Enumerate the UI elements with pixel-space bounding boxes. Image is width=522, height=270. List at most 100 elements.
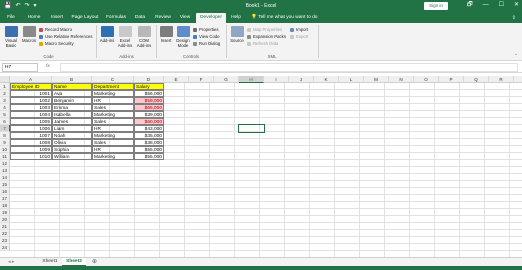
column-header-p[interactable]: P (439, 76, 464, 83)
column-header-s[interactable]: S (514, 76, 522, 83)
row-header-18[interactable]: 18 (0, 202, 10, 209)
row-header-20[interactable]: 20 (0, 216, 10, 223)
table-cell[interactable]: Sales (92, 104, 134, 111)
tab-review[interactable]: Review (152, 13, 174, 23)
column-header-g[interactable]: G (214, 76, 239, 83)
column-header-o[interactable]: O (414, 76, 439, 83)
tab-help[interactable]: Help (228, 13, 244, 23)
table-cell[interactable]: Sales (92, 139, 134, 146)
row-header-14[interactable]: 14 (0, 174, 10, 181)
table-cell[interactable]: 1003 (10, 104, 52, 111)
table-cell[interactable]: 1006 (10, 125, 52, 132)
table-cell[interactable]: HR (92, 146, 134, 153)
table-cell[interactable]: Benjamin (52, 97, 92, 104)
sheet-nav-arrows-icon[interactable]: ◂ ▸ (8, 259, 14, 265)
table-cell[interactable]: $65,000 (134, 104, 164, 111)
collapse-ribbon-icon[interactable]: ⌃ (514, 53, 518, 59)
table-cell[interactable]: $60,000 (134, 118, 164, 125)
column-header-d[interactable]: D (134, 76, 164, 83)
column-header-n[interactable]: N (389, 76, 414, 83)
row-header-24[interactable]: 24 (0, 244, 10, 251)
table-cell[interactable]: HR (92, 97, 134, 104)
row-header-11[interactable]: 11 (0, 153, 10, 160)
tab-data[interactable]: Data (132, 13, 148, 23)
table-cell[interactable]: Olivia (52, 139, 92, 146)
table-cell[interactable]: 1004 (10, 111, 52, 118)
column-header-f[interactable]: F (189, 76, 214, 83)
table-cell[interactable]: Marketing (92, 90, 134, 97)
ribbon-display-icon[interactable]: 🗗 (467, 2, 473, 9)
table-cell[interactable]: $35,000 (134, 132, 164, 139)
table-cell[interactable]: Marketing (92, 132, 134, 139)
add-sheet-icon[interactable]: ⊕ (92, 258, 97, 266)
table-cell[interactable]: 1007 (10, 132, 52, 139)
record-macro-button[interactable]: Record Macro (39, 27, 72, 33)
addins-button[interactable]: Add-ins (99, 26, 115, 43)
properties-button[interactable]: Properties (193, 27, 219, 33)
table-cell[interactable]: 1005 (10, 118, 52, 125)
tab-formulas[interactable]: Formulas (103, 13, 129, 23)
column-header-i[interactable]: I (264, 76, 289, 83)
cell-area[interactable]: Employee ID Name Department Salary 1001 Ava Ma… (10, 83, 522, 257)
table-cell[interactable]: Ava (52, 90, 92, 97)
tell-me-search[interactable]: 💡 Tell me what you want to do (251, 13, 317, 23)
row-header-8[interactable]: 8 (0, 132, 10, 139)
table-cell[interactable]: $39,000 (134, 111, 164, 118)
spreadsheet-grid[interactable]: ABCDEFGHIJKLMNOPQRST 1234567891011121314… (0, 76, 522, 257)
table-cell[interactable]: James (52, 118, 92, 125)
visual-basic-button[interactable]: Visual Basic (2, 26, 20, 48)
active-cell-selection[interactable] (238, 124, 265, 133)
table-cell[interactable]: Isabella (52, 111, 92, 118)
com-addins-button[interactable]: COM Add-ins (135, 26, 153, 48)
column-header-q[interactable]: Q (464, 76, 489, 83)
row-header-6[interactable]: 6 (0, 118, 10, 125)
table-cell[interactable]: Sophia (52, 146, 92, 153)
column-header-b[interactable]: B (52, 76, 92, 83)
import-button[interactable]: Import (290, 27, 308, 33)
maximize-icon[interactable]: ☐ (499, 2, 504, 9)
table-cell[interactable]: $59,000 (134, 97, 164, 104)
row-header-10[interactable]: 10 (0, 146, 10, 153)
sheet-tab-sheet1[interactable]: Sheet1 (38, 258, 62, 266)
row-header-7[interactable]: 7 (0, 125, 10, 132)
table-cell[interactable]: $43,000 (134, 125, 164, 132)
row-header-16[interactable]: 16 (0, 188, 10, 195)
insert-control-button[interactable]: Insert (158, 26, 174, 43)
table-cell[interactable]: 1001 (10, 90, 52, 97)
row-header-23[interactable]: 23 (0, 237, 10, 244)
row-header-3[interactable]: 3 (0, 97, 10, 104)
tab-page-layout[interactable]: Page Layout (70, 13, 100, 23)
row-header-2[interactable]: 2 (0, 90, 10, 97)
source-button[interactable]: Source (229, 26, 245, 43)
table-cell[interactable]: Marketing (92, 111, 134, 118)
column-header-h[interactable]: H (239, 76, 264, 83)
table-cell[interactable]: 1008 (10, 139, 52, 146)
row-header-21[interactable]: 21 (0, 223, 10, 230)
column-header-a[interactable]: A (10, 76, 52, 83)
row-header-17[interactable]: 17 (0, 195, 10, 202)
view-code-button[interactable]: View Code (193, 34, 220, 40)
sign-in-button[interactable]: Sign in (424, 2, 448, 10)
table-cell[interactable]: $55,000 (134, 146, 164, 153)
design-mode-button[interactable]: Design Mode (175, 26, 191, 48)
table-cell[interactable]: William (52, 153, 92, 160)
run-dialog-button[interactable]: Run Dialog (193, 41, 220, 47)
close-icon[interactable]: ✕ (514, 2, 519, 9)
name-box[interactable]: H7 (2, 63, 38, 72)
table-cell[interactable]: Liam (52, 125, 92, 132)
use-relative-references-button[interactable]: Use Relative References (39, 34, 93, 40)
table-cell[interactable]: $56,000 (134, 90, 164, 97)
column-header-k[interactable]: K (314, 76, 339, 83)
row-header-9[interactable]: 9 (0, 139, 10, 146)
column-header-c[interactable]: C (92, 76, 134, 83)
table-cell[interactable]: Marketing (92, 153, 134, 160)
fx-icon[interactable]: fx (46, 64, 50, 69)
row-header-12[interactable]: 12 (0, 160, 10, 167)
table-cell[interactable]: Emma (52, 104, 92, 111)
table-cell[interactable]: Noah (52, 132, 92, 139)
tab-view[interactable]: View (176, 13, 194, 23)
table-cell[interactable]: 1002 (10, 97, 52, 104)
minimize-icon[interactable]: — (483, 2, 489, 9)
macros-button[interactable]: Macros (20, 26, 38, 43)
sheet-tab-sheet2[interactable]: Sheet2 (62, 258, 86, 266)
